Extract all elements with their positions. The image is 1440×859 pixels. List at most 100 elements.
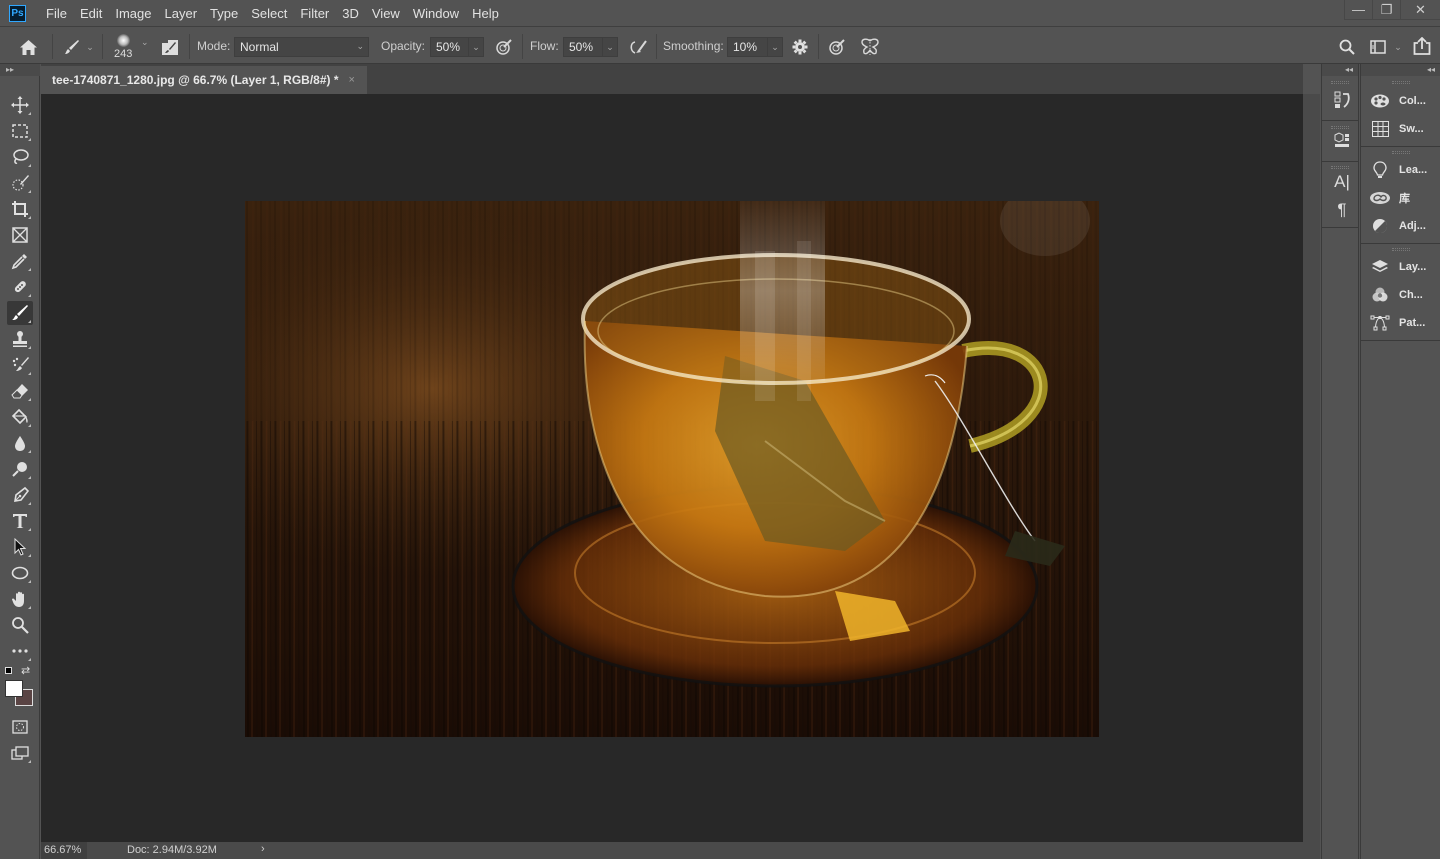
foreground-color-swatch[interactable]: [5, 680, 23, 697]
channels-panel-label: Ch...: [1399, 289, 1423, 301]
eyedropper-tool[interactable]: [7, 249, 33, 273]
chevron-down-icon: ⌄: [141, 37, 149, 47]
collapse-dock-button[interactable]: ◂◂: [1322, 64, 1358, 76]
tool-preset-picker[interactable]: ⌄: [60, 37, 98, 57]
brush-tool[interactable]: [7, 301, 33, 325]
libraries-panel-button[interactable]: 库: [1369, 186, 1439, 210]
zoom-level-field[interactable]: 66.67%: [41, 842, 87, 859]
vertical-scrollbar[interactable]: [1303, 94, 1320, 842]
menu-select[interactable]: Select: [250, 6, 288, 21]
smoothing-options-button[interactable]: [790, 37, 810, 57]
flow-dropdown[interactable]: ⌄: [602, 37, 618, 57]
canvas-area[interactable]: [41, 94, 1303, 842]
default-colors-button[interactable]: [5, 667, 15, 677]
paint-bucket-tool[interactable]: [7, 405, 33, 429]
flow-value: 50%: [569, 40, 594, 54]
history-brush-tool[interactable]: [7, 353, 33, 377]
opacity-dropdown[interactable]: ⌄: [468, 37, 484, 57]
opacity-input[interactable]: 50%: [430, 37, 469, 57]
swatches-panel-button[interactable]: Sw...: [1369, 117, 1439, 141]
menu-filter[interactable]: Filter: [299, 6, 330, 21]
crop-tool[interactable]: [7, 197, 33, 221]
brush-preset-picker[interactable]: 243 ⌄: [110, 32, 152, 62]
history-panel-button[interactable]: [1331, 89, 1353, 111]
dodge-tool[interactable]: [7, 457, 33, 481]
workspace-switcher[interactable]: ⌄: [1366, 37, 1406, 57]
edit-toolbar[interactable]: [7, 639, 33, 663]
hand-tool[interactable]: [7, 587, 33, 611]
layers-panel-button[interactable]: Lay...: [1369, 255, 1439, 279]
quick-mask-button[interactable]: [7, 715, 33, 739]
flow-input[interactable]: 50%: [563, 37, 603, 57]
toolbar-expand-button[interactable]: ▸▸: [0, 64, 40, 76]
airbrush-toggle[interactable]: [627, 37, 649, 57]
submenu-indicator: [28, 450, 31, 453]
panel-group-grip[interactable]: [1331, 126, 1349, 129]
share-button[interactable]: [1412, 36, 1432, 56]
menu-edit[interactable]: Edit: [79, 6, 103, 21]
brush-settings-panel-button[interactable]: [160, 37, 180, 57]
color-panel-button[interactable]: Col...: [1369, 89, 1439, 113]
pen-icon: [14, 486, 29, 502]
panel-group-grip[interactable]: [1331, 81, 1349, 84]
close-window-button[interactable]: ✕: [1400, 0, 1440, 20]
smoothing-input[interactable]: 10%: [727, 37, 768, 57]
channels-panel-button[interactable]: Ch...: [1369, 283, 1439, 307]
swap-colors-button[interactable]: ⇄: [21, 665, 33, 677]
paths-panel-button[interactable]: Pat...: [1369, 311, 1439, 335]
submenu-indicator: [28, 502, 31, 505]
path-selection-tool[interactable]: [7, 535, 33, 559]
panel-group-grip[interactable]: [1391, 81, 1410, 84]
restore-button[interactable]: ❐: [1372, 0, 1400, 20]
symmetry-button[interactable]: [859, 37, 881, 57]
menu-image[interactable]: Image: [114, 6, 152, 21]
rectangular-marquee-tool[interactable]: [7, 119, 33, 143]
palette-icon: [1371, 94, 1389, 108]
pen-tool[interactable]: [7, 483, 33, 507]
close-tab-button[interactable]: ×: [349, 74, 355, 86]
minimize-button[interactable]: —: [1344, 0, 1372, 20]
pressure-opacity-toggle[interactable]: [494, 37, 514, 57]
menu-help[interactable]: Help: [471, 6, 500, 21]
clone-stamp-icon: [13, 331, 27, 347]
menu-layer[interactable]: Layer: [164, 6, 199, 21]
smoothing-dropdown[interactable]: ⌄: [767, 37, 783, 57]
clone-stamp-tool[interactable]: [7, 327, 33, 351]
document-image[interactable]: [245, 201, 1099, 737]
panel-group-grip[interactable]: [1391, 248, 1410, 251]
panel-dock-icons: ◂◂ A| ¶: [1321, 64, 1359, 859]
search-button[interactable]: [1337, 37, 1357, 57]
eraser-tool[interactable]: [7, 379, 33, 403]
paragraph-panel-button[interactable]: ¶: [1331, 199, 1353, 221]
status-menu-arrow[interactable]: ›: [261, 843, 265, 855]
screen-mode-button[interactable]: [7, 741, 33, 765]
adjustments-panel-button[interactable]: Adj...: [1369, 214, 1439, 238]
smoothing-label: Smoothing:: [663, 39, 724, 53]
history-brush-icon: [12, 357, 29, 371]
lasso-tool[interactable]: [7, 145, 33, 169]
ellipse-tool[interactable]: [7, 561, 33, 585]
zoom-tool[interactable]: [7, 613, 33, 637]
character-panel-button[interactable]: A|: [1331, 171, 1353, 193]
menu-file[interactable]: File: [45, 6, 68, 21]
pressure-size-toggle[interactable]: [827, 37, 847, 57]
healing-brush-tool[interactable]: [7, 275, 33, 299]
panel-group-grip[interactable]: [1331, 166, 1349, 169]
document-tab[interactable]: tee-1740871_1280.jpg @ 66.7% (Layer 1, R…: [41, 66, 367, 94]
move-tool[interactable]: [7, 93, 33, 117]
type-tool[interactable]: [7, 509, 33, 533]
menu-view[interactable]: View: [371, 6, 401, 21]
learn-panel-button[interactable]: Lea...: [1369, 158, 1439, 182]
chevron-down-icon: ⌄: [356, 41, 364, 51]
home-button[interactable]: [17, 37, 39, 57]
frame-tool[interactable]: [7, 223, 33, 247]
menu-window[interactable]: Window: [412, 6, 460, 21]
blur-tool[interactable]: [7, 431, 33, 455]
menu-3d[interactable]: 3D: [341, 6, 360, 21]
menu-type[interactable]: Type: [209, 6, 239, 21]
quick-selection-tool[interactable]: [7, 171, 33, 195]
mode-dropdown[interactable]: Normal ⌄: [234, 37, 369, 57]
collapse-dock-button[interactable]: ◂◂: [1361, 64, 1440, 76]
properties-3d-panel-button[interactable]: [1331, 130, 1353, 152]
panel-group-grip[interactable]: [1391, 151, 1410, 154]
